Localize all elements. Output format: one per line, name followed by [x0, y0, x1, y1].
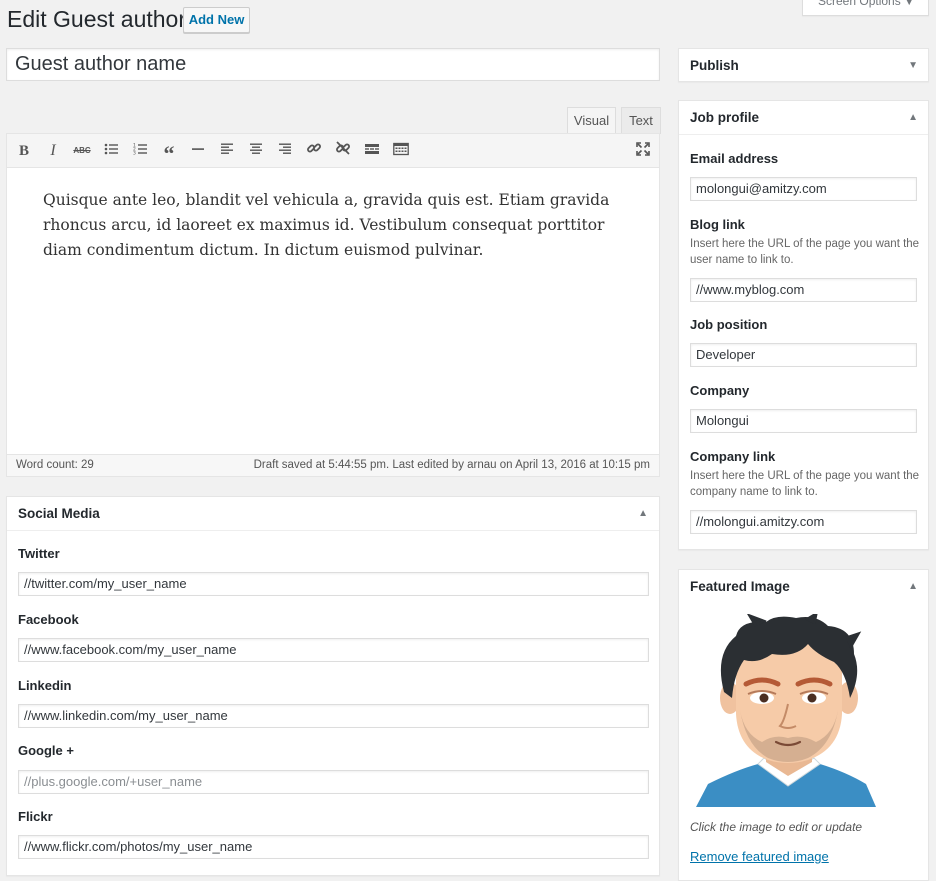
company-label: Company [690, 383, 750, 398]
link-icon[interactable] [302, 139, 326, 163]
blog-link-description: Insert here the URL of the page you want… [690, 238, 920, 266]
linkedin-label: Linkedin [18, 678, 72, 693]
google-plus-label: Google + [18, 743, 74, 758]
expand-icon[interactable]: ▼ [908, 49, 918, 82]
remove-featured-image-link[interactable]: Remove featured image [690, 849, 829, 864]
blockquote-icon[interactable]: “ [157, 139, 181, 166]
tab-text[interactable]: Text [621, 107, 661, 134]
company-link-input[interactable]: //molongui.amitzy.com [690, 510, 917, 534]
collapse-icon[interactable]: ▲ [908, 101, 918, 134]
blog-link-input[interactable]: //www.myblog.com [690, 278, 917, 302]
company-link-label: Company link [690, 449, 776, 464]
publish-header[interactable]: Publish ▼ [679, 49, 928, 83]
editor-body[interactable]: Quisque ante leo, blandit vel vehicula a… [7, 168, 659, 263]
social-media-title: Social Media [18, 506, 100, 521]
screen-options-label: Screen Options [818, 0, 901, 8]
job-profile-box: Job profile ▲ Email address molongui@ami… [678, 100, 929, 550]
featured-image-box: Featured Image ▲ Click the image to edit [678, 569, 929, 881]
email-input[interactable]: molongui@amitzy.com [690, 177, 917, 201]
toolbar-toggle-icon[interactable] [389, 139, 413, 163]
featured-image-caption: Click the image to edit or update [690, 820, 863, 834]
tab-visual[interactable]: Visual [567, 107, 616, 134]
guest-author-name-input[interactable]: Guest author name [6, 48, 660, 81]
align-right-icon[interactable] [273, 139, 297, 163]
company-link-description: Insert here the URL of the page you want… [690, 470, 920, 498]
horizontal-line-icon[interactable] [186, 139, 210, 163]
bold-icon[interactable]: B [12, 139, 36, 163]
flickr-label: Flickr [18, 809, 53, 824]
social-media-header[interactable]: Social Media ▲ [7, 497, 659, 531]
page-title: Edit Guest author [7, 6, 186, 32]
read-more-icon[interactable] [360, 139, 384, 163]
blog-link-label: Blog link [690, 217, 745, 232]
publish-box: Publish ▼ [678, 48, 929, 82]
facebook-input[interactable]: //www.facebook.com/my_user_name [18, 638, 649, 662]
social-media-box: Social Media ▲ Twitter //twitter.com/my_… [6, 496, 660, 876]
job-position-input[interactable]: Developer [690, 343, 917, 367]
flickr-input[interactable]: //www.flickr.com/photos/my_user_name [18, 835, 649, 859]
caret-down-icon: ▼ [904, 0, 914, 7]
strikethrough-icon[interactable]: ABC [70, 139, 94, 163]
job-profile-header[interactable]: Job profile ▲ [679, 101, 928, 135]
draft-status: Draft saved at 5:44:55 pm. Last edited b… [253, 459, 650, 471]
twitter-label: Twitter [18, 546, 60, 561]
screen-options-button[interactable]: Screen Options ▼ [802, 0, 929, 16]
fullscreen-icon[interactable] [631, 139, 655, 163]
twitter-input[interactable]: //twitter.com/my_user_name [18, 572, 649, 596]
align-center-icon[interactable] [244, 139, 268, 163]
numbered-list-icon[interactable]: 123 [128, 139, 152, 163]
google-plus-input[interactable]: //plus.google.com/+user_name [18, 770, 649, 794]
italic-icon[interactable]: I [41, 139, 65, 163]
svg-text:3: 3 [133, 151, 136, 157]
bullet-list-icon[interactable] [99, 139, 123, 163]
align-left-icon[interactable] [215, 139, 239, 163]
collapse-icon[interactable]: ▲ [908, 570, 918, 603]
email-label: Email address [690, 151, 779, 166]
unlink-icon[interactable] [331, 139, 355, 163]
facebook-label: Facebook [18, 612, 79, 627]
word-count: Word count: 29 [16, 459, 94, 471]
add-new-button[interactable]: Add New [183, 7, 250, 33]
featured-image-title: Featured Image [690, 579, 790, 594]
editor-toolbar: B I ABC 123 “ [7, 134, 659, 168]
linkedin-input[interactable]: //www.linkedin.com/my_user_name [18, 704, 649, 728]
job-profile-title: Job profile [690, 110, 760, 125]
job-position-label: Job position [690, 317, 768, 332]
featured-image-header[interactable]: Featured Image ▲ [679, 570, 928, 604]
publish-title: Publish [690, 58, 739, 73]
editor-status-bar: Word count: 29 Draft saved at 5:44:55 pm… [7, 454, 659, 476]
company-input[interactable]: Molongui [690, 409, 917, 433]
content-editor: B I ABC 123 “ Quisque ante leo, blandit … [6, 133, 660, 477]
collapse-icon[interactable]: ▲ [638, 497, 648, 530]
featured-image-avatar[interactable] [696, 614, 881, 807]
